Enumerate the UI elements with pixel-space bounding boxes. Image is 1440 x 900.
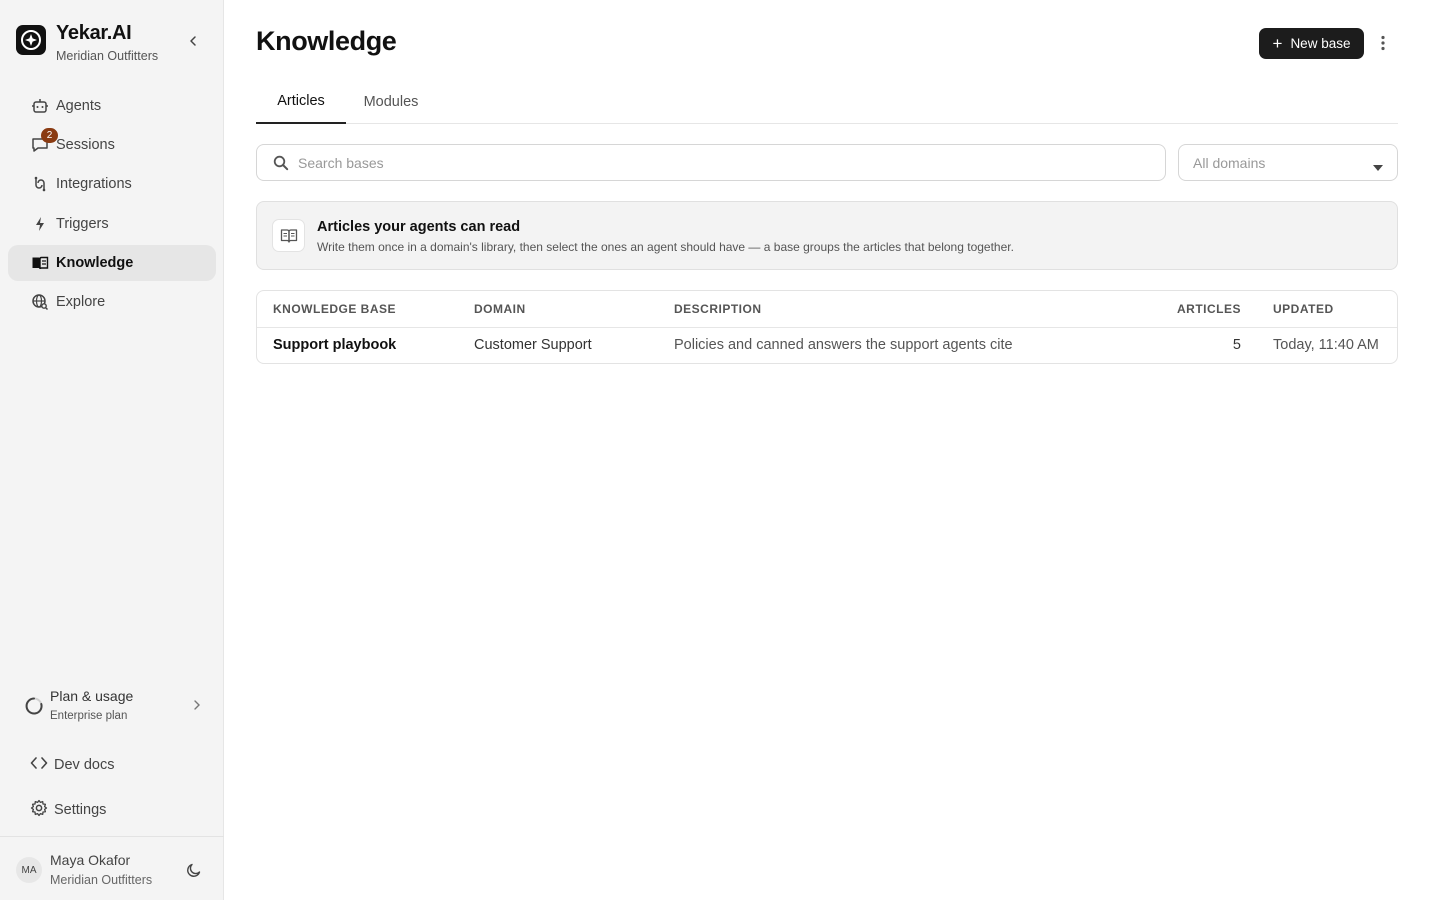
plug-icon	[30, 174, 50, 194]
info-text: Write them once in a domain's library, t…	[317, 240, 1014, 254]
info-banner: Articles your agents can read Write them…	[256, 201, 1398, 270]
column-header-articles: ARTICLES	[1177, 302, 1241, 316]
domain-filter-value: All domains	[1193, 155, 1266, 171]
user-profile[interactable]: MA Maya Okafor Meridian Outfitters	[0, 836, 224, 900]
sidebar-nav: Agents 2 Sessions Integrations Triggers	[8, 88, 216, 323]
chevron-right-icon	[192, 698, 202, 716]
sidebar-item-label: Agents	[56, 98, 102, 114]
tab-articles[interactable]: Articles	[256, 80, 346, 124]
cell-articles: 5	[1232, 337, 1241, 353]
sidebar-item-label: Sessions	[56, 137, 115, 154]
cell-description: Policies and canned answers the support …	[674, 337, 1013, 353]
domain-filter-select[interactable]: All domains	[1178, 144, 1398, 181]
info-title: Articles your agents can read	[317, 219, 521, 235]
brand-logo-icon	[16, 25, 46, 55]
sessions-count-badge: 2	[41, 128, 58, 144]
book-icon	[30, 253, 50, 273]
more-options-button[interactable]	[1373, 33, 1393, 53]
search-box	[256, 144, 1166, 181]
sidebar-item-sessions[interactable]: 2 Sessions	[8, 127, 216, 163]
collapse-sidebar-button[interactable]	[182, 30, 204, 52]
sidebar-item-knowledge[interactable]: Knowledge	[8, 244, 216, 281]
robot-icon	[30, 96, 50, 116]
globe-search-icon	[30, 292, 50, 312]
caret-down-icon	[1372, 159, 1384, 177]
plan-usage-link[interactable]: Plan & usage Enterprise plan	[16, 682, 216, 730]
column-header-domain: DOMAIN	[474, 302, 526, 316]
brand-org: Meridian Outfitters	[56, 49, 159, 63]
sidebar-item-label: Knowledge	[56, 254, 134, 271]
column-header-updated: UPDATED	[1273, 302, 1334, 316]
column-header-description: DESCRIPTION	[674, 302, 762, 316]
moon-icon	[187, 863, 201, 877]
cell-domain: Customer Support	[474, 337, 592, 353]
sidebar-item-integrations[interactable]: Integrations	[8, 166, 216, 202]
user-name: Maya Okafor	[50, 852, 131, 868]
column-header-knowledge-base: KNOWLEDGE BASE	[273, 302, 397, 316]
plus-icon: +	[1272, 34, 1283, 53]
book-open-icon	[272, 219, 305, 252]
gear-icon	[30, 799, 48, 822]
sidebar-item-explore[interactable]: Explore	[8, 284, 216, 320]
kebab-menu-icon	[1381, 35, 1385, 51]
sidebar-item-label: Integrations	[56, 176, 132, 193]
sidebar-item-label: Explore	[56, 293, 106, 310]
plan-title: Plan & usage	[50, 688, 134, 704]
avatar: MA	[16, 857, 42, 883]
bolt-icon	[30, 214, 50, 234]
sidebar-item-triggers[interactable]: Triggers	[8, 206, 216, 242]
tabs: Articles Modules	[256, 80, 1398, 124]
brand-name: Yekar.AI	[56, 22, 132, 44]
code-icon	[30, 754, 48, 777]
table-row[interactable]: Support playbook Customer Support Polici…	[257, 328, 1397, 363]
table-header: KNOWLEDGE BASE DOMAIN DESCRIPTION ARTICL…	[257, 291, 1397, 328]
knowledge-bases-table: KNOWLEDGE BASE DOMAIN DESCRIPTION ARTICL…	[256, 290, 1398, 364]
search-input[interactable]	[298, 145, 1148, 180]
sidebar-item-agents[interactable]: Agents	[8, 88, 216, 124]
user-org: Meridian Outfitters	[50, 873, 153, 887]
dev-docs-label: Dev docs	[54, 757, 115, 773]
page-title: Knowledge	[256, 26, 397, 56]
search-icon	[273, 155, 289, 176]
settings-link[interactable]: Settings	[8, 793, 216, 827]
plan-subtitle: Enterprise plan	[50, 710, 128, 722]
tab-modules[interactable]: Modules	[354, 80, 428, 123]
dev-docs-link[interactable]: Dev docs	[8, 748, 216, 782]
chevron-left-icon	[190, 36, 196, 46]
cell-updated: Today, 11:40 AM	[1273, 337, 1379, 353]
settings-label: Settings	[54, 802, 107, 818]
sidebar-item-label: Triggers	[56, 215, 109, 232]
sidebar: Yekar.AI Meridian Outfitters Agents 2 Se…	[0, 0, 224, 900]
cell-name: Support playbook	[273, 337, 397, 353]
new-base-button[interactable]: + New base	[1259, 28, 1364, 59]
usage-ring-icon	[24, 696, 44, 721]
theme-toggle-button[interactable]	[183, 859, 205, 881]
new-base-label: New base	[1290, 36, 1351, 51]
